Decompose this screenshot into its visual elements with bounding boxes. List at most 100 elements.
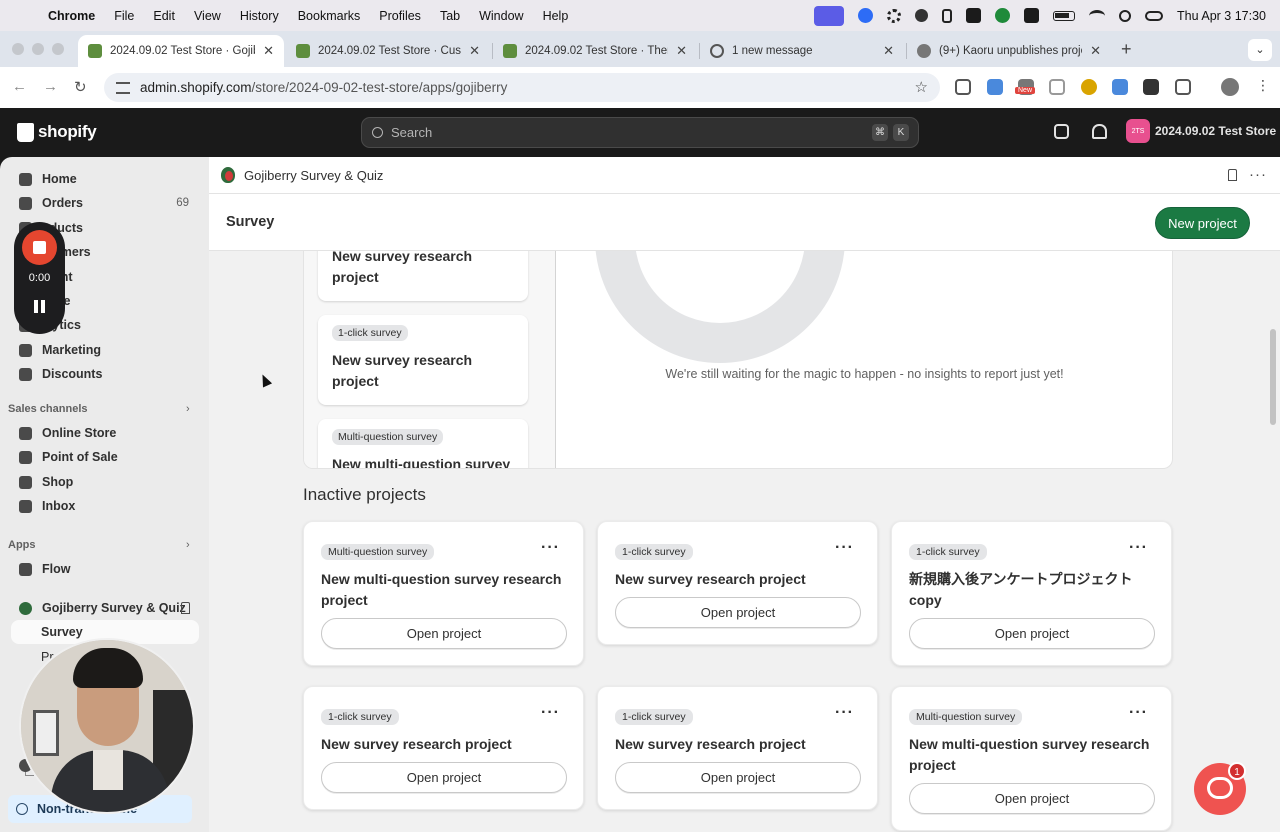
extension-tag2-icon[interactable] <box>1112 79 1128 95</box>
close-tab-icon[interactable]: ✕ <box>676 43 687 59</box>
screen-record-icon[interactable] <box>814 5 845 26</box>
sidebar-item-home[interactable]: Home <box>11 167 199 191</box>
pin-icon[interactable] <box>181 602 190 614</box>
open-project-button[interactable]: Open project <box>321 618 567 649</box>
close-tab-icon[interactable]: ✕ <box>469 43 480 59</box>
extensions-puzzle-icon[interactable] <box>1175 79 1191 95</box>
tab-gojiberry[interactable]: 2024.09.02 Test Store · Gojib ✕ <box>78 35 284 67</box>
sidekick-icon[interactable] <box>1054 124 1069 139</box>
close-window-button[interactable] <box>12 43 24 55</box>
sidebar-item-discounts[interactable]: Discounts <box>11 362 199 386</box>
extension-palette-icon[interactable] <box>1081 79 1097 95</box>
open-project-button[interactable]: Open project <box>615 597 861 628</box>
zoom-icon[interactable] <box>858 8 874 23</box>
keyboard-input-icon[interactable] <box>1024 8 1040 23</box>
bookmark-star-icon[interactable]: ☆ <box>915 78 928 96</box>
active-project-card[interactable]: New survey research project <box>318 251 528 301</box>
open-project-button[interactable]: Open project <box>909 783 1155 814</box>
more-options-icon[interactable]: ··· <box>1129 539 1148 557</box>
active-projects-list[interactable]: New survey research project 1-click surv… <box>304 251 555 469</box>
menu-edit[interactable]: Edit <box>153 9 175 23</box>
menu-view[interactable]: View <box>194 9 221 23</box>
menu-help[interactable]: Help <box>543 9 569 23</box>
close-tab-icon[interactable]: ✕ <box>263 43 274 59</box>
open-project-button[interactable]: Open project <box>615 762 861 793</box>
menu-history[interactable]: History <box>240 9 279 23</box>
inactive-project-card: 1-click survey ··· 新規購入後アンケートプロジェクト copy… <box>891 521 1172 666</box>
tab-customers[interactable]: 2024.09.02 Test Store · Custo ✕ <box>286 35 490 67</box>
close-tab-icon[interactable]: ✕ <box>1090 43 1101 59</box>
reload-icon[interactable]: ↻ <box>74 78 87 96</box>
menu-app-name[interactable]: Chrome <box>48 9 95 23</box>
main-scrollbar[interactable] <box>1270 329 1276 425</box>
active-project-card[interactable]: 1-click survey New survey research proje… <box>318 315 528 405</box>
extension-tag-icon[interactable] <box>987 79 1003 95</box>
extension-pen-icon[interactable] <box>1049 79 1065 95</box>
status-app-icon[interactable] <box>995 8 1011 23</box>
apple-menu-icon[interactable] <box>14 8 28 23</box>
menu-profiles[interactable]: Profiles <box>379 9 421 23</box>
gear-icon[interactable] <box>887 8 902 23</box>
open-project-button[interactable]: Open project <box>909 618 1155 649</box>
more-options-icon[interactable]: ··· <box>541 704 560 722</box>
chevron-right-icon[interactable]: › <box>186 403 190 415</box>
sidebar-item-shop[interactable]: Shop <box>11 470 199 494</box>
pin-app-icon[interactable] <box>1228 169 1237 181</box>
close-tab-icon[interactable]: ✕ <box>883 43 894 59</box>
menu-file[interactable]: File <box>114 9 134 23</box>
sidebar-item-marketing[interactable]: Marketing <box>11 338 199 362</box>
survey-type-badge: Multi-question survey <box>321 544 435 560</box>
forward-icon[interactable]: → <box>43 78 58 95</box>
chevron-right-icon[interactable]: › <box>186 539 190 551</box>
store-menu[interactable]: 2TS 2024.09.02 Test Store <box>1126 119 1276 143</box>
pause-icon[interactable] <box>34 300 45 313</box>
notifications-bell-icon[interactable] <box>1092 124 1107 139</box>
menubar-clock[interactable]: Thu Apr 3 17:30 <box>1177 9 1266 23</box>
extension-icon[interactable] <box>955 79 971 95</box>
spotlight-search-icon[interactable] <box>1119 9 1132 22</box>
zoom-window-button[interactable] <box>52 43 64 55</box>
tray-icon[interactable] <box>915 9 929 22</box>
more-options-icon[interactable]: ··· <box>541 539 560 557</box>
more-options-icon[interactable]: ··· <box>835 704 854 722</box>
tab-themes[interactable]: 2024.09.02 Test Store · Them ✕ <box>493 35 697 67</box>
sidebar-item-online-store[interactable]: Online Store <box>11 421 199 445</box>
battery-icon[interactable] <box>1053 10 1076 21</box>
apps-heading: Apps <box>8 539 36 551</box>
project-name: New multi-question survey <box>332 456 511 469</box>
address-bar[interactable]: admin.shopify.com/store/2024-09-02-test-… <box>104 73 940 102</box>
more-options-icon[interactable]: ··· <box>1249 166 1267 183</box>
sidebar-item-inbox[interactable]: Inbox <box>11 494 199 518</box>
sidebar-item-point-of-sale[interactable]: Point of Sale <box>11 445 199 469</box>
webcam-bubble[interactable] <box>19 638 195 814</box>
site-info-icon[interactable] <box>116 81 130 94</box>
new-project-button[interactable]: New project <box>1155 207 1250 239</box>
extension-store-icon[interactable] <box>1143 79 1159 95</box>
menu-tab[interactable]: Tab <box>440 9 460 23</box>
sidebar-item-flow[interactable]: Flow <box>11 557 199 581</box>
chat-launcher-button[interactable]: 1 <box>1194 762 1246 815</box>
sidebar-item-orders[interactable]: Orders 69 <box>11 191 199 215</box>
control-center-icon[interactable] <box>1145 10 1164 21</box>
minimize-window-button[interactable] <box>32 43 44 55</box>
tab-kaoru[interactable]: (9+) Kaoru unpublishes proje ✕ <box>907 35 1111 67</box>
tab-search-icon[interactable]: ⌄ <box>1248 39 1272 61</box>
profile-avatar[interactable] <box>1221 78 1239 96</box>
more-options-icon[interactable]: ··· <box>835 539 854 557</box>
tab-new-message[interactable]: 1 new message ✕ <box>700 35 904 67</box>
sidebar-item-gojiberry[interactable]: Gojiberry Survey & Quiz <box>11 596 199 620</box>
active-project-card[interactable]: Multi-question survey New multi-question… <box>318 419 528 469</box>
back-icon[interactable]: ← <box>12 78 27 95</box>
new-tab-icon[interactable]: + <box>1121 39 1132 60</box>
wifi-icon[interactable] <box>1089 9 1106 22</box>
more-options-icon[interactable]: ··· <box>1129 704 1148 722</box>
figma-icon[interactable] <box>942 8 953 23</box>
global-search-input[interactable]: Search ⌘ K <box>361 117 919 148</box>
shopify-logo[interactable]: shopify <box>17 122 97 142</box>
menu-window[interactable]: Window <box>479 9 523 23</box>
stop-recording-button[interactable] <box>22 230 57 265</box>
open-project-button[interactable]: Open project <box>321 762 567 793</box>
chrome-menu-icon[interactable]: ⋮ <box>1256 77 1270 94</box>
menu-bookmarks[interactable]: Bookmarks <box>298 9 361 23</box>
app-s-icon[interactable] <box>966 8 982 23</box>
